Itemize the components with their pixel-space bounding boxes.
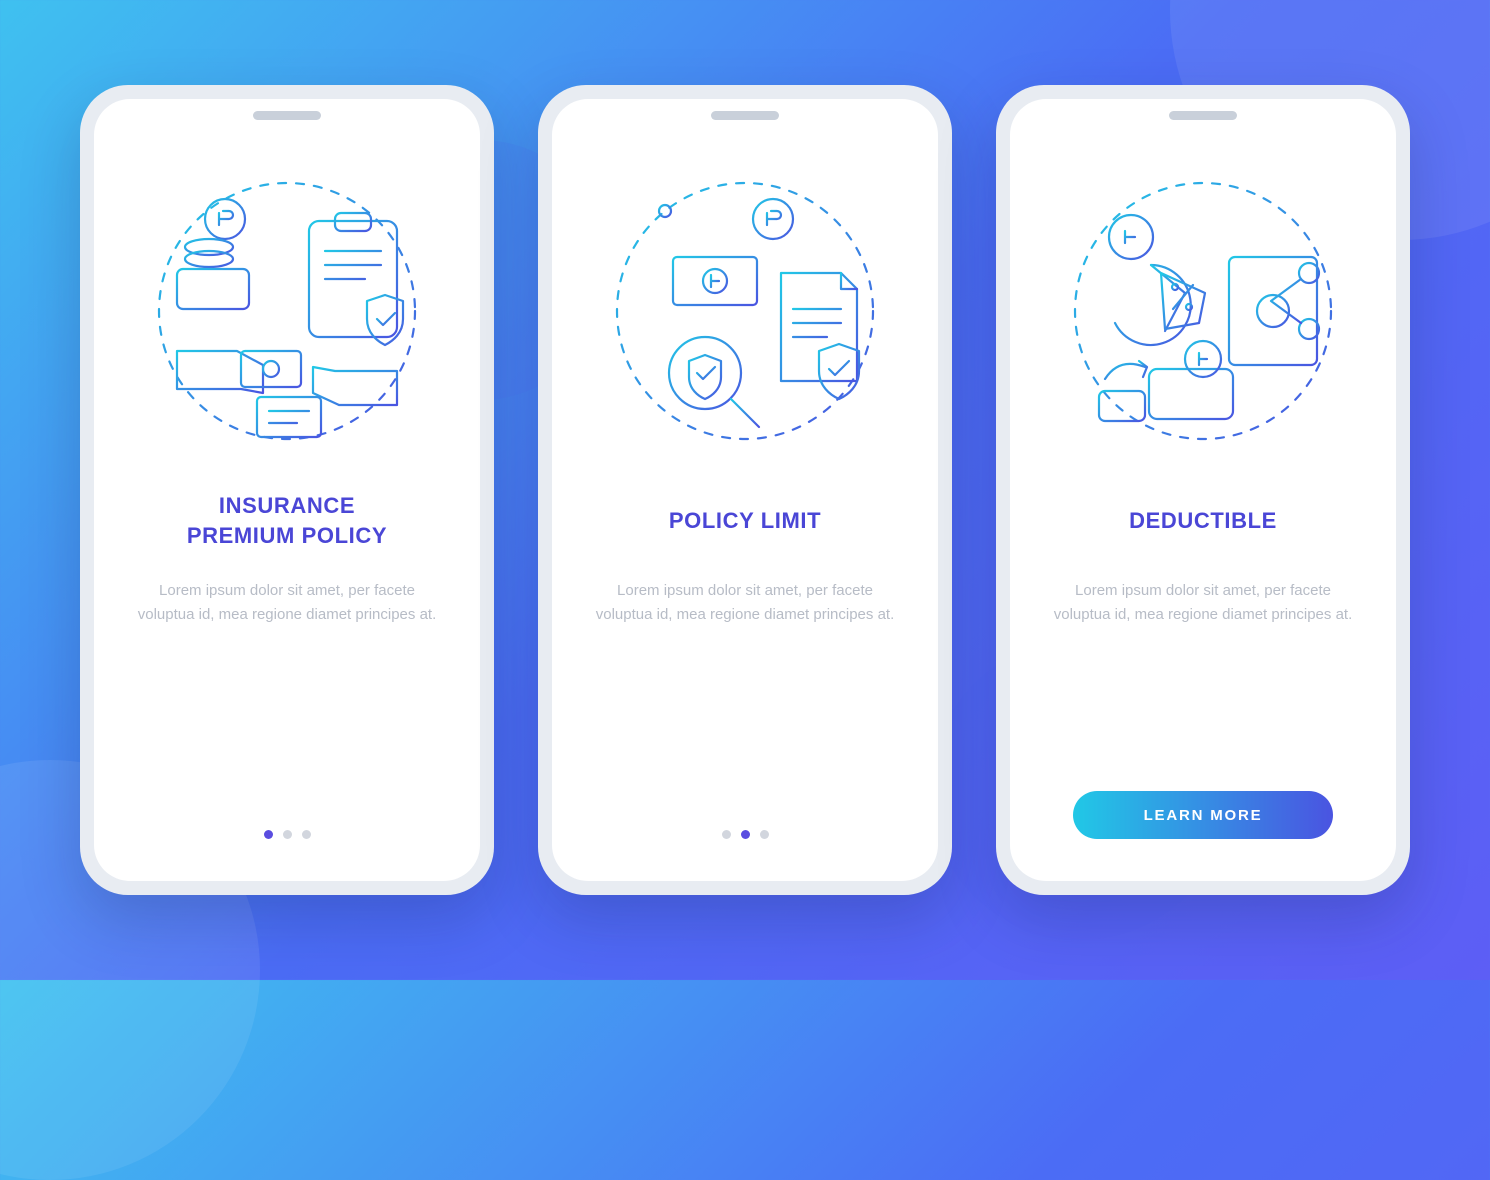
page-indicator	[264, 830, 311, 839]
page-dot[interactable]	[283, 830, 292, 839]
page-dot[interactable]	[264, 830, 273, 839]
onboarding-screen: DEDUCTIBLE Lorem ipsum dolor sit amet, p…	[1010, 99, 1396, 881]
onboarding-title: DEDUCTIBLE	[1129, 489, 1277, 553]
onboarding-screen: INSURANCE PREMIUM POLICY Lorem ipsum dol…	[94, 99, 480, 881]
phone-mockup: POLICY LIMIT Lorem ipsum dolor sit amet,…	[538, 85, 952, 895]
page-dot[interactable]	[722, 830, 731, 839]
page-indicator	[722, 830, 769, 839]
phone-mockup: INSURANCE PREMIUM POLICY Lorem ipsum dol…	[80, 85, 494, 895]
learn-more-button[interactable]: LEARN MORE	[1073, 791, 1333, 839]
onboarding-title: INSURANCE PREMIUM POLICY	[187, 489, 387, 553]
deductible-icon	[1053, 161, 1353, 461]
phone-mockup: DEDUCTIBLE Lorem ipsum dolor sit amet, p…	[996, 85, 1410, 895]
phone-stage: INSURANCE PREMIUM POLICY Lorem ipsum dol…	[0, 0, 1490, 980]
onboarding-body: Lorem ipsum dolor sit amet, per facete v…	[595, 579, 895, 627]
onboarding-body: Lorem ipsum dolor sit amet, per facete v…	[137, 579, 437, 627]
page-dot[interactable]	[741, 830, 750, 839]
onboarding-screen: POLICY LIMIT Lorem ipsum dolor sit amet,…	[552, 99, 938, 881]
premium-policy-icon	[137, 161, 437, 461]
policy-limit-icon	[595, 161, 895, 461]
onboarding-body: Lorem ipsum dolor sit amet, per facete v…	[1053, 579, 1353, 627]
page-dot[interactable]	[302, 830, 311, 839]
page-dot[interactable]	[760, 830, 769, 839]
onboarding-title: POLICY LIMIT	[669, 489, 821, 553]
